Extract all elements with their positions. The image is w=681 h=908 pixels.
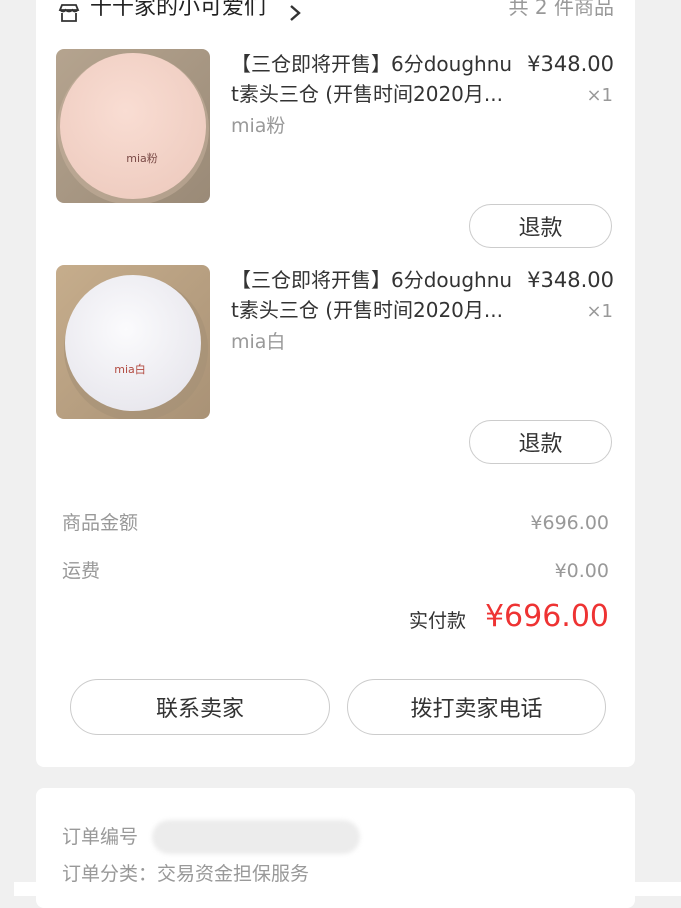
goods-amount-label: 商品金额 bbox=[62, 512, 139, 534]
goods-amount-value: ¥696.00 bbox=[530, 512, 609, 534]
paid-amount-label: 实付款 bbox=[409, 610, 467, 632]
product-quantity: ×1 bbox=[586, 301, 613, 322]
product-variant: mia白 bbox=[231, 331, 286, 353]
contact-seller-button[interactable]: 联系卖家 bbox=[70, 679, 330, 735]
bottom-bar bbox=[14, 882, 681, 896]
chevron-right-icon[interactable] bbox=[288, 4, 302, 22]
product-title[interactable]: 【三仓即将开售】6分doughnut素头三仓 (开售时间2020月... bbox=[231, 49, 517, 109]
product-image[interactable]: mia白 bbox=[56, 265, 210, 419]
shop-icon bbox=[58, 4, 80, 22]
product-title[interactable]: 【三仓即将开售】6分doughnut素头三仓 (开售时间2020月... bbox=[231, 265, 517, 325]
product-quantity: ×1 bbox=[586, 85, 613, 106]
paid-amount-value: ¥696.00 bbox=[484, 599, 609, 634]
refund-button[interactable]: 退款 bbox=[469, 204, 612, 248]
refund-button[interactable]: 退款 bbox=[469, 420, 612, 464]
item-count: 共 2 件商品 bbox=[508, 0, 614, 19]
product-image[interactable]: mia粉 bbox=[56, 49, 210, 203]
call-seller-button[interactable]: 拨打卖家电话 bbox=[347, 679, 606, 735]
shipping-value: ¥0.00 bbox=[554, 560, 609, 582]
shop-name[interactable]: 千千家的小可爱们 bbox=[90, 0, 266, 22]
thumb-label: mia白 bbox=[114, 362, 146, 376]
order-number-label: 订单编号 bbox=[62, 826, 139, 848]
thumb-label: mia粉 bbox=[126, 152, 158, 165]
shipping-label: 运费 bbox=[62, 560, 101, 582]
product-price: ¥348.00 bbox=[527, 52, 614, 76]
product-price: ¥348.00 bbox=[527, 268, 614, 292]
product-variant: mia粉 bbox=[231, 115, 286, 137]
order-number-redacted bbox=[152, 820, 360, 854]
